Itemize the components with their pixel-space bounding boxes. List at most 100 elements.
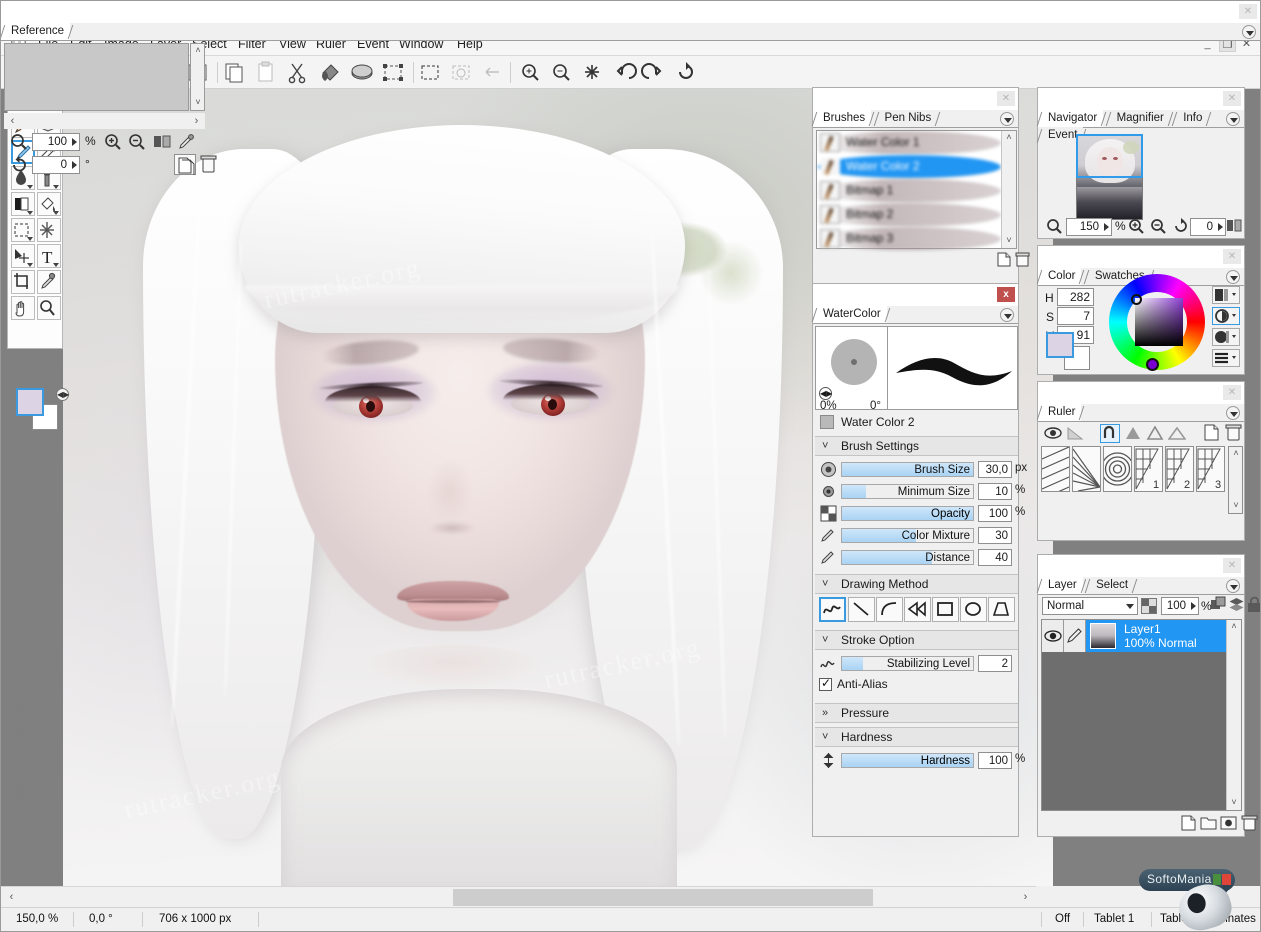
brush-item-bitmap-2[interactable]: Bitmap 2: [818, 203, 1001, 227]
brush-tip-preview[interactable]: ◀▶ 0% 0°: [816, 327, 888, 412]
outline-triangle-icon[interactable]: [1146, 425, 1164, 442]
watercolor-panel-menu-icon[interactable]: [1000, 308, 1014, 322]
sv-marker-icon[interactable]: [1131, 294, 1142, 305]
reference-horizontal-scrollbar[interactable]: ‹ ›: [4, 113, 205, 129]
navigator-rotate-value[interactable]: 0: [1190, 218, 1226, 236]
tab-info[interactable]: Info: [1173, 110, 1209, 127]
curve-icon[interactable]: [876, 597, 903, 622]
hand-tool[interactable]: [11, 296, 35, 320]
anti-alias-checkbox-row[interactable]: Anti-Alias: [819, 676, 888, 691]
hardness-value[interactable]: 100: [978, 752, 1012, 769]
hardness-slider[interactable]: Hardness: [841, 753, 974, 768]
collapse-chevron-icon[interactable]: ˅: [822, 731, 834, 743]
magic-wand-tool[interactable]: [37, 218, 61, 242]
section-hardness[interactable]: ˅ Hardness: [815, 727, 1018, 747]
nav-zoom-out-icon[interactable]: [1150, 218, 1168, 235]
layer-panel-menu-icon[interactable]: [1226, 579, 1240, 593]
scroll-left-arrow[interactable]: ‹: [4, 113, 21, 130]
foreground-color-swatch[interactable]: [16, 388, 44, 416]
perspective-1point-ruler[interactable]: 1: [1134, 446, 1163, 492]
minimum-size-value[interactable]: 10: [978, 483, 1012, 500]
section-stroke-option[interactable]: ˅ Stroke Option: [815, 630, 1018, 650]
text-tool-arrow[interactable]: [53, 263, 59, 267]
color-wheel[interactable]: [1109, 274, 1205, 370]
tab-ruler[interactable]: Ruler: [1038, 404, 1082, 421]
scroll-right-arrow[interactable]: ›: [188, 113, 205, 130]
copy-icon[interactable]: [220, 59, 249, 86]
bucket-tool-arrow[interactable]: [53, 211, 59, 215]
delete-layer-icon[interactable]: [1241, 815, 1259, 832]
reference-vertical-scrollbar[interactable]: ˄ ˅: [190, 43, 205, 111]
color-panel-caption[interactable]: ✕: [1038, 246, 1244, 268]
delete-reference-icon[interactable]: [200, 155, 218, 174]
alpha-lock-icon[interactable]: [1141, 598, 1157, 614]
rect-select-tool[interactable]: [11, 218, 35, 242]
opacity-spinner-icon[interactable]: [1191, 602, 1196, 610]
scroll-right-arrow[interactable]: ›: [1017, 889, 1034, 906]
zoom-out-icon[interactable]: [547, 59, 576, 86]
new-ruler-icon[interactable]: [1203, 424, 1221, 442]
brushes-panel-menu-icon[interactable]: [1000, 112, 1014, 126]
color-panel-close-icon[interactable]: ✕: [1223, 249, 1241, 264]
hue-value[interactable]: 282: [1057, 288, 1094, 306]
ref-zoom-in-icon[interactable]: [104, 133, 123, 151]
navigator-panel-close-icon[interactable]: ✕: [1223, 91, 1241, 106]
tab-color[interactable]: Color: [1038, 268, 1082, 285]
paste-icon[interactable]: [252, 59, 281, 86]
scroll-up-arrow[interactable]: ˄: [1227, 620, 1241, 634]
color-mixture-value[interactable]: 30: [978, 527, 1012, 544]
brush-tip-rotate-icon[interactable]: ◀▶: [819, 387, 832, 400]
ref-eyedropper-icon[interactable]: [177, 133, 196, 151]
collapse-chevron-icon[interactable]: ˅: [822, 578, 834, 590]
reference-panel-caption[interactable]: ✕: [1, 1, 1260, 23]
radial-ruler[interactable]: [1072, 446, 1101, 492]
rect-select-tool-arrow[interactable]: [27, 237, 33, 241]
scroll-down-arrow[interactable]: ˅: [191, 96, 205, 110]
color-bar-mode-icon[interactable]: [1212, 286, 1240, 304]
reference-zoom-value[interactable]: 100: [32, 133, 80, 151]
navigator-panel-caption[interactable]: ✕: [1038, 88, 1244, 110]
anti-alias-checkbox[interactable]: [819, 676, 832, 691]
brush-list[interactable]: Water Color 1 Water Color 2 Bitmap 1 Bit…: [816, 130, 1017, 251]
brush-item-bitmap-1[interactable]: Bitmap 1: [818, 179, 1001, 203]
brushes-panel-close-icon[interactable]: ✕: [997, 91, 1015, 106]
bucket-tool[interactable]: [37, 192, 61, 216]
color-panel-fg-bg[interactable]: [1046, 332, 1090, 370]
polygon-icon[interactable]: [988, 597, 1015, 622]
tab-select[interactable]: Select: [1086, 577, 1135, 594]
navigator-viewport-rect[interactable]: [1076, 134, 1143, 178]
brush-item-bitmap-3[interactable]: Bitmap 3: [818, 227, 1001, 251]
perspective-2point-ruler[interactable]: 2: [1165, 446, 1194, 492]
layer-list-scrollbar[interactable]: ˄ ˅: [1226, 620, 1241, 810]
ref-zoom-out-icon[interactable]: [128, 133, 147, 151]
color-panel-foreground-swatch[interactable]: [1046, 332, 1074, 358]
merge-layers-icon[interactable]: [1228, 596, 1246, 614]
eye-icon[interactable]: [1044, 425, 1062, 442]
tab-brushes[interactable]: Brushes: [813, 110, 872, 127]
filled-triangle-icon[interactable]: [1124, 425, 1142, 442]
perspective-3point-ruler[interactable]: 3: [1196, 446, 1225, 492]
lock-layer-icon[interactable]: [1246, 596, 1260, 614]
move-tool-arrow[interactable]: [27, 263, 33, 267]
delete-brush-icon[interactable]: [1015, 252, 1032, 267]
tab-pen-nibs[interactable]: Pen Nibs: [874, 110, 938, 127]
scroll-down-arrow[interactable]: ˅: [1229, 499, 1243, 513]
zoom-magnifier-icon[interactable]: [1046, 218, 1064, 235]
layer-edit-icon[interactable]: [1064, 620, 1086, 652]
chevron-down-icon[interactable]: [1126, 604, 1134, 609]
polyline-icon[interactable]: [904, 597, 931, 622]
color-panel-menu-icon[interactable]: [1226, 270, 1240, 284]
scroll-thumb[interactable]: [453, 889, 873, 906]
brush-size-slider[interactable]: Brush Size: [841, 462, 974, 477]
layer-mask-icon[interactable]: [1220, 815, 1238, 832]
foreground-background-colors[interactable]: ◀▶: [16, 388, 69, 430]
distance-slider[interactable]: Distance: [841, 550, 974, 565]
stabilizing-level-slider[interactable]: Stabilizing Level: [841, 656, 974, 671]
line-icon[interactable]: [848, 597, 875, 622]
tab-layer[interactable]: Layer: [1038, 577, 1083, 594]
parallel-ruler[interactable]: [1041, 446, 1070, 500]
collapse-chevron-icon[interactable]: ˅: [822, 634, 834, 646]
expand-chevron-icon[interactable]: »: [822, 707, 834, 719]
zoom-in-icon[interactable]: [516, 59, 545, 86]
freehand-icon[interactable]: [819, 597, 846, 622]
